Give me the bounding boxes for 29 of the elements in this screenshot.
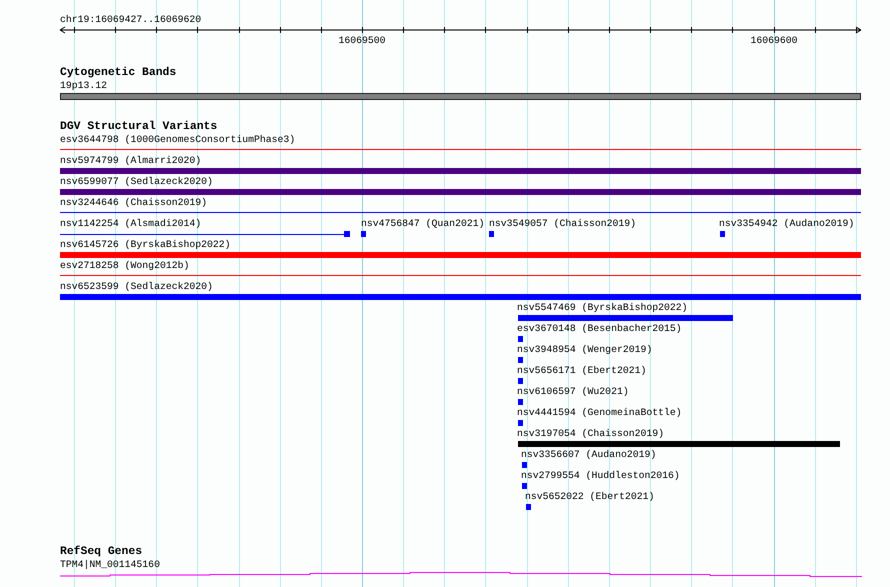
feature-label: nsv3549057 (Chaisson2019) [489, 218, 636, 230]
feature-label: nsv6523599 (Sedlazeck2020) [60, 281, 213, 293]
feature-label: nsv5652022 (Ebert2021) [525, 491, 654, 503]
feature-label: nsv4756847 (Quan2021) [361, 218, 484, 230]
band-label: 19p13.12 [60, 80, 108, 92]
feature-label: esv3670148 (Besenbacher2015) [517, 323, 682, 335]
feature-label: nsv2799554 (Huddleston2016) [521, 470, 680, 482]
ruler-location: chr19:16069427..16069620 [60, 14, 202, 26]
feature-label: esv2718258 (Wong2012b) [60, 260, 190, 272]
feature-label: nsv3356607 (Audano2019) [521, 449, 656, 461]
feature-label: nsv6106597 (Wu2021) [517, 386, 629, 398]
gene-label: TPM4|NM_001145160 [60, 559, 160, 571]
tick-label: 16069600 [750, 35, 798, 47]
feature-label: esv3644798 (1000GenomesConsortiumPhase3) [60, 134, 296, 146]
track-title: RefSeq Genes [60, 546, 142, 559]
track-title: Cytogenetic Bands [60, 67, 176, 80]
track-title: DGV Structural Variants [60, 121, 218, 134]
feature-label: nsv4441594 (GenomeinaBottle) [517, 407, 682, 419]
feature-label: nsv5974799 (Almarri2020) [60, 155, 202, 167]
feature-label: nsv6145726 (ByrskaBishop2022) [60, 239, 230, 251]
feature-label: nsv3354942 (Audano2019) [719, 218, 854, 230]
tick-label: 16069500 [338, 35, 386, 47]
feature-label: nsv6599077 (Sedlazeck2020) [60, 176, 213, 188]
feature-label: nsv5656171 (Ebert2021) [517, 365, 646, 377]
feature-label: nsv3197054 (Chaisson2019) [517, 428, 664, 440]
feature-label: nsv5547469 (ByrskaBishop2022) [517, 302, 688, 314]
feature-label: nsv3244646 (Chaisson2019) [60, 197, 207, 209]
feature-label: nsv1142254 (Alsmadi2014) [60, 218, 202, 230]
feature-label: nsv3948954 (Wenger2019) [517, 344, 652, 356]
